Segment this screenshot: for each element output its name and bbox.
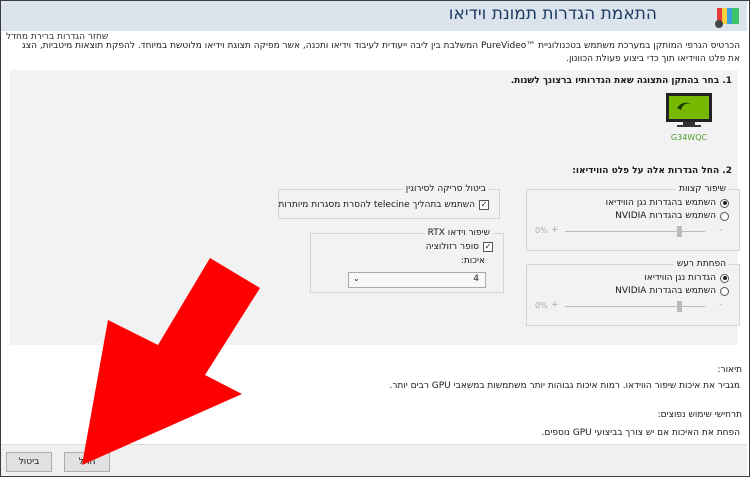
usage-heading: תרחישי שימוש נפוצים: <box>657 410 742 420</box>
edge-player-option[interactable]: השתמש בהגדרות נגן הווידיאו <box>606 198 729 208</box>
description-heading: תיאור: <box>717 365 742 375</box>
step2-label: 2. החל הגדרות אלה על פלט הווידיאו: <box>572 166 732 176</box>
checkbox-checked-icon[interactable]: ✓ <box>483 242 493 252</box>
noise-nvidia-option[interactable]: השתמש בהגדרות NVIDIA <box>615 286 729 296</box>
radio-selected-icon[interactable] <box>720 273 729 283</box>
super-resolution-option[interactable]: ✓ סופר רזולוציה <box>426 242 493 252</box>
edge-nvidia-option-label: השתמש בהגדרות NVIDIA <box>615 211 716 221</box>
quality-label: איכות: <box>460 256 485 266</box>
video-settings-logo-icon <box>715 8 739 28</box>
slider-thumb[interactable] <box>677 226 682 237</box>
chevron-down-icon: ⌄ <box>353 274 360 283</box>
noise-player-option-label: הגדרות נגן הווידיאו <box>644 273 716 283</box>
rtx-video-title: שיפור וידאו RTX <box>424 228 493 238</box>
quality-select[interactable]: 4 ⌄ <box>348 272 486 288</box>
apply-button[interactable]: החל <box>64 452 110 472</box>
radio-unselected-icon[interactable] <box>720 286 729 296</box>
edge-nvidia-option[interactable]: השתמש בהגדרות NVIDIA <box>615 211 729 221</box>
slider-thumb[interactable] <box>677 301 682 312</box>
edge-enhancement-group: שיפור קצוות השתמש בהגדרות נגן הווידיאו ה… <box>526 184 740 251</box>
slider-track <box>565 231 705 232</box>
noise-reduction-value: 0% <box>535 301 548 310</box>
page-title: התאמת הגדרות תמונת וידיאו <box>448 4 657 24</box>
page-description: הכרטיס הגרפי המותקן במערכת משתמש בטכנולו… <box>22 41 740 64</box>
footer-bar <box>1 444 747 476</box>
super-resolution-label: סופר רזולוציה <box>425 242 479 252</box>
description-text: מגביר את איכות שיפור הווידאו. רמות איכות… <box>389 381 740 391</box>
decrease-icon: - <box>719 225 723 235</box>
noise-reduction-group: הפחתת רעש הגדרות נגן הווידיאו השתמש בהגד… <box>526 259 740 326</box>
deinterlacing-title: ביטול סריקה לסירוגין <box>402 184 489 194</box>
telecine-option-label: השתמש בתהליך telecine להסרת מסגרות מיותר… <box>278 200 475 210</box>
radio-selected-icon[interactable] <box>720 198 729 208</box>
checkbox-checked-icon[interactable]: ✓ <box>479 200 489 210</box>
telecine-option[interactable]: ✓ השתמש בתהליך telecine להסרת מסגרות מיו… <box>278 200 489 210</box>
usage-text: הפחת את האיכות אם יש צורך בביצועי GPU נו… <box>541 428 740 438</box>
slider-track <box>565 306 705 307</box>
quality-select-value: 4 <box>473 274 479 284</box>
noise-player-option[interactable]: הגדרות נגן הווידיאו <box>644 273 729 283</box>
page-header: התאמת הגדרות תמונת וידיאו <box>1 1 747 31</box>
deinterlacing-group: ביטול סריקה לסירוגין ✓ השתמש בתהליך tele… <box>278 184 500 219</box>
monitor-name[interactable]: G34WQC <box>665 133 713 142</box>
noise-reduction-slider[interactable]: 0% + - <box>535 300 722 312</box>
edge-player-option-label: השתמש בהגדרות נגן הווידיאו <box>605 198 716 208</box>
noise-nvidia-option-label: השתמש בהגדרות NVIDIA <box>615 286 716 296</box>
noise-reduction-title: הפחתת רעש <box>673 259 729 269</box>
edge-enhancement-value: 0% <box>535 226 548 235</box>
step1-label: 1. בחר בהתקן התצוגה שאת הגדרותיו ברצונך … <box>510 76 732 86</box>
cancel-button[interactable]: ביטול <box>6 452 52 472</box>
decrease-icon: - <box>719 300 723 310</box>
edge-enhancement-title: שיפור קצוות <box>676 184 729 194</box>
increase-icon: + <box>551 300 559 310</box>
edge-enhancement-slider[interactable]: 0% + - <box>535 225 722 237</box>
display-monitor-icon[interactable] <box>665 92 713 128</box>
radio-unselected-icon[interactable] <box>720 211 729 221</box>
increase-icon: + <box>551 225 559 235</box>
